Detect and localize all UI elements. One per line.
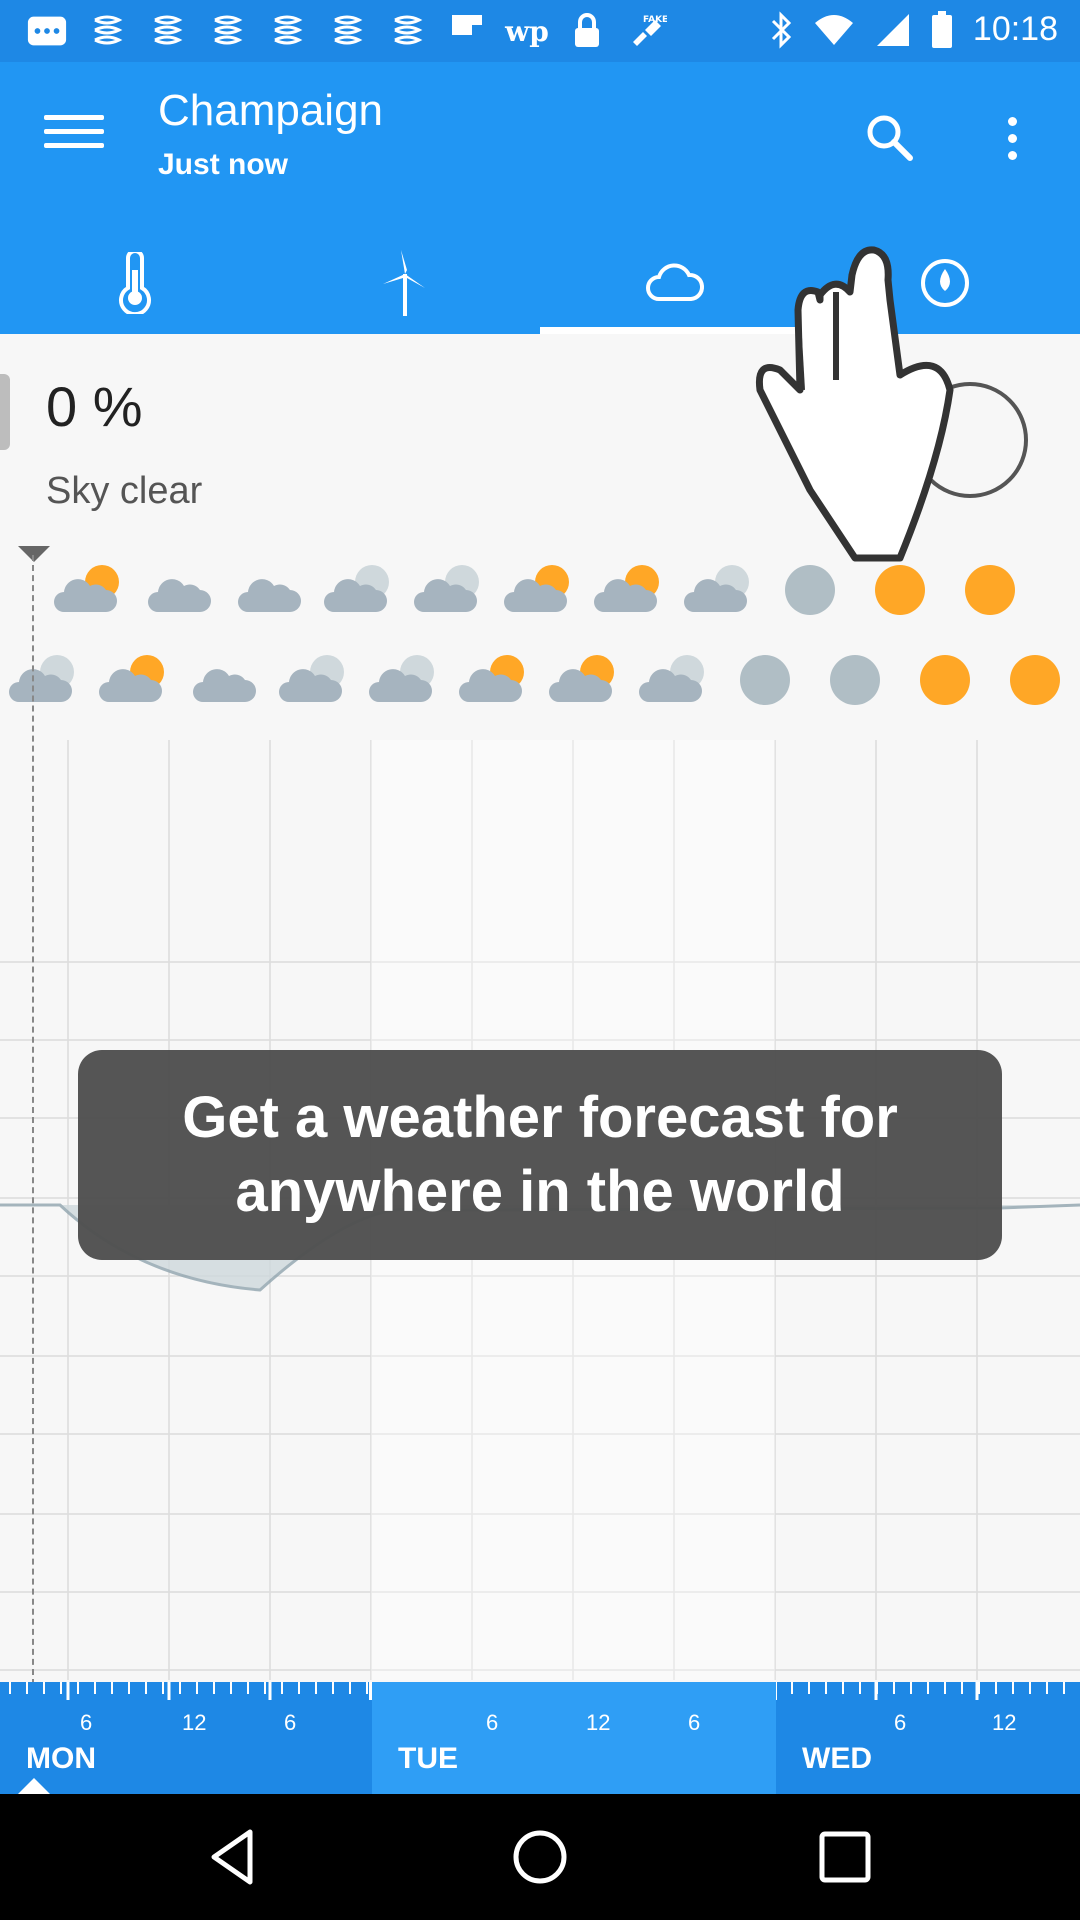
day-label: MON — [26, 1742, 96, 1775]
svg-text:FAKE: FAKE — [643, 15, 667, 25]
partly-cloudy-icon — [365, 650, 445, 710]
flipboard-icon — [446, 12, 488, 50]
cloudy-icon — [230, 560, 310, 620]
partly-sunny-icon — [500, 560, 580, 620]
menu-icon[interactable] — [44, 115, 104, 155]
partly-sunny-icon — [590, 560, 670, 620]
bluetooth-icon — [771, 10, 792, 49]
tab-wind[interactable] — [270, 232, 540, 334]
system-icons: 10:18 — [769, 10, 1058, 49]
weather-alert-icon — [386, 12, 428, 50]
hour-label: 6 — [688, 1710, 701, 1735]
search-icon[interactable] — [860, 108, 920, 168]
hour-label: 6 — [80, 1710, 93, 1735]
tab-temperature[interactable] — [0, 232, 270, 334]
sky-description: Sky clear — [46, 470, 203, 512]
hour-label: 12 — [586, 1710, 611, 1735]
partly-cloudy-icon — [5, 650, 85, 710]
washington-post-icon: wp — [505, 14, 549, 48]
partly-cloudy-icon — [275, 650, 355, 710]
battery-icon — [931, 10, 952, 48]
day-mon[interactable]: 6 12 6 MON — [0, 1682, 372, 1794]
status-bar: wp FAKE 10:18 — [0, 0, 1080, 62]
partly-sunny-icon — [545, 650, 625, 710]
notification-icons: wp FAKE — [26, 12, 668, 50]
partly-sunny-icon — [50, 560, 130, 620]
location-title[interactable]: Champaign — [158, 86, 383, 136]
cloud-cover-value: 0 % — [46, 375, 143, 438]
hour-label: 12 — [182, 1710, 207, 1735]
clock: 10:18 — [972, 10, 1058, 48]
lock-icon — [566, 12, 608, 50]
sunny-icon — [995, 650, 1075, 710]
wind-turbine-icon — [383, 250, 425, 316]
weather-alert-icon — [206, 12, 248, 50]
partly-sunny-icon — [455, 650, 535, 710]
onboarding-tooltip[interactable]: Get a weather forecast for anywhere in t… — [78, 1050, 1002, 1260]
partly-cloudy-icon — [635, 650, 715, 710]
more-options-icon[interactable] — [990, 108, 1034, 168]
cloudy-icon — [140, 560, 220, 620]
hour-label: 12 — [992, 1710, 1017, 1735]
partly-sunny-icon — [95, 650, 175, 710]
weather-alert-icon — [86, 12, 128, 50]
recents-icon[interactable] — [810, 1822, 880, 1892]
navigation-bar — [0, 1794, 1080, 1920]
forecast-icons-row-2 — [0, 650, 1080, 720]
update-time: Just now — [158, 148, 289, 181]
home-icon[interactable] — [505, 1822, 575, 1892]
cloudy-icon — [185, 650, 265, 710]
forecast-icons-row-1 — [0, 560, 1080, 630]
partly-cloudy-icon — [320, 560, 400, 620]
sunny-icon — [905, 650, 985, 710]
clear-night-icon — [725, 650, 805, 710]
partly-cloudy-icon — [410, 560, 490, 620]
hour-label: 6 — [486, 1710, 499, 1735]
wifi-icon — [814, 14, 853, 45]
current-time-line — [32, 555, 34, 1685]
day-timeline[interactable]: 6 12 6 MON 6 12 6 TUE 6 12 WED — [0, 1682, 1080, 1794]
hour-label: 6 — [284, 1710, 297, 1735]
weather-alert-icon — [326, 12, 368, 50]
fake-gps-icon: FAKE — [626, 12, 668, 50]
weather-alert-icon — [266, 12, 308, 50]
timeline-marker — [18, 1778, 50, 1794]
day-tue[interactable]: 6 12 6 TUE — [372, 1682, 776, 1794]
day-wed[interactable]: 6 12 WED — [776, 1682, 1080, 1794]
message-icon — [26, 12, 68, 50]
current-time-marker — [18, 546, 50, 562]
back-icon[interactable] — [200, 1822, 270, 1892]
cloud-icon — [646, 263, 704, 301]
scroll-handle[interactable] — [0, 374, 10, 450]
thermometer-icon — [119, 252, 151, 314]
day-label: TUE — [398, 1742, 458, 1775]
clear-night-icon — [815, 650, 895, 710]
day-label: WED — [802, 1742, 872, 1775]
signal-icon — [876, 13, 909, 46]
tap-hand-icon — [755, 246, 1028, 562]
weather-alert-icon — [146, 12, 188, 50]
hour-label: 6 — [894, 1710, 907, 1735]
